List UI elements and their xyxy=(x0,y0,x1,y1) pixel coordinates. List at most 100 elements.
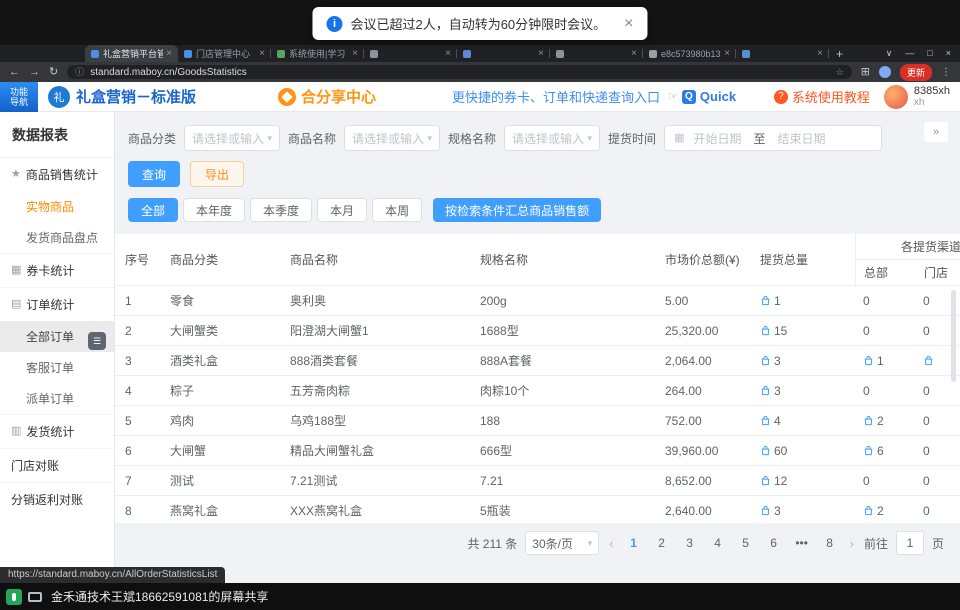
tab-close-icon[interactable]: × xyxy=(166,49,172,59)
page-number-button[interactable]: 5 xyxy=(736,532,756,554)
table-row: 5 鸡肉 乌鸡188型 188 752.00 4 2 xyxy=(115,406,960,436)
page-number-button[interactable]: ••• xyxy=(792,532,812,554)
bookmark-star-icon[interactable]: ☆ xyxy=(836,67,844,78)
browser-tab[interactable]: × xyxy=(736,45,829,62)
tab-close-icon[interactable]: × xyxy=(445,49,451,59)
pickup-icon[interactable] xyxy=(760,445,771,456)
browser-tab[interactable]: 系统使用|学习 × xyxy=(271,45,364,62)
collapse-panel-button[interactable]: » xyxy=(924,122,948,142)
browser-tab[interactable]: e8c573980b1328a258fd2e6i × xyxy=(643,45,736,62)
pickup-icon[interactable] xyxy=(760,475,771,486)
tab-close-icon[interactable]: × xyxy=(817,49,823,59)
page-number-button[interactable]: 3 xyxy=(680,532,700,554)
sidebar-item-shipment-check[interactable]: 发货商品盘点 xyxy=(0,222,114,253)
browser-tab[interactable]: × xyxy=(550,45,643,62)
forward-icon[interactable]: → xyxy=(29,67,40,78)
site-info-icon[interactable]: ⓘ xyxy=(75,68,84,77)
spec-select[interactable]: 请选择或输入 ▾ xyxy=(504,125,600,151)
range-tab[interactable]: 本季度 xyxy=(250,198,312,222)
page-number-button[interactable]: 4 xyxy=(708,532,728,554)
browser-menu-icon[interactable]: ⋮ xyxy=(941,67,951,78)
refresh-icon[interactable]: ↻ xyxy=(49,67,58,78)
export-button[interactable]: 导出 xyxy=(190,161,244,187)
browser-tab[interactable]: × xyxy=(364,45,457,62)
store-count: 0 xyxy=(923,384,930,398)
sidebar-item-store-reconcile[interactable]: 门店对账 xyxy=(0,448,114,482)
prev-page-icon[interactable]: ‹ xyxy=(607,536,615,551)
tab-close-icon[interactable]: × xyxy=(538,49,544,59)
goto-page-input[interactable] xyxy=(896,531,924,555)
range-tab[interactable]: 本月 xyxy=(317,198,367,222)
pickup-icon[interactable] xyxy=(760,325,771,336)
new-tab-button[interactable]: + xyxy=(836,48,843,60)
range-tab[interactable]: 本年度 xyxy=(183,198,245,222)
hq-count: 2 xyxy=(877,504,884,518)
extensions-icon[interactable]: ⊞ xyxy=(861,67,870,78)
table-row: 1 零食 奥利奥 200g 5.00 1 0 xyxy=(115,286,960,316)
tab-close-icon[interactable]: × xyxy=(259,49,265,59)
tab-close-icon[interactable]: × xyxy=(352,49,358,59)
browser-tab[interactable]: 门店管理中心 × xyxy=(178,45,271,62)
sidebar-item-shipping-stats[interactable]: ▥ 发货统计 xyxy=(0,414,114,448)
pickup-date-range[interactable]: ▦ 开始日期 至 结束日期 xyxy=(664,125,882,151)
page-number-button[interactable]: 8 xyxy=(820,532,840,554)
search-button[interactable]: 查询 xyxy=(128,161,180,187)
maximize-icon[interactable]: □ xyxy=(927,48,932,59)
cell-store: 0 xyxy=(915,406,960,435)
pickup-icon[interactable] xyxy=(760,295,771,306)
sidebar-item-goods-stats[interactable]: ★ 商品销售统计 xyxy=(0,158,114,191)
tab-close-icon[interactable]: × xyxy=(724,49,730,59)
page-size-select[interactable]: 30条/页 ▾ xyxy=(525,531,599,555)
pickup-icon[interactable] xyxy=(760,355,771,366)
pickup-icon[interactable] xyxy=(760,505,771,516)
summary-button[interactable]: 按检索条件汇总商品销售额 xyxy=(433,198,601,222)
sidebar-item-service-orders[interactable]: 客服订单 xyxy=(0,352,114,383)
back-icon[interactable]: ← xyxy=(9,67,20,78)
screen-share-bar: 金禾通技术王斌18662591081的屏幕共享 xyxy=(0,583,960,610)
sidebar-drag-handle[interactable]: ☰ xyxy=(88,332,106,350)
pickup-icon[interactable] xyxy=(863,445,874,456)
page-number-button[interactable]: 2 xyxy=(652,532,672,554)
column-header-spec: 规格名称 xyxy=(480,234,665,285)
minimize-icon[interactable]: — xyxy=(905,48,914,59)
quick-link[interactable]: ☞ Q Quick xyxy=(668,89,736,104)
mic-icon[interactable] xyxy=(6,589,22,605)
share-center-link[interactable]: 合分享中心 xyxy=(278,86,376,107)
category-select[interactable]: 请选择或输入 ▾ xyxy=(184,125,280,151)
tab-search-icon[interactable]: ∨ xyxy=(886,48,893,59)
browser-update-button[interactable]: 更新 xyxy=(900,64,932,81)
sidebar-item-dispatch-orders[interactable]: 派单订单 xyxy=(0,383,114,414)
page-number-button[interactable]: 6 xyxy=(764,532,784,554)
pickup-icon[interactable] xyxy=(863,415,874,426)
browser-tab[interactable]: 礼盒营销平台管理中心 × xyxy=(85,45,178,62)
window-close-icon[interactable]: × xyxy=(946,48,951,59)
sidebar-item-order-stats[interactable]: ▤ 订单统计 xyxy=(0,287,114,321)
range-tab[interactable]: 本周 xyxy=(372,198,422,222)
function-nav-button[interactable]: 功能导航 xyxy=(0,82,38,112)
table-scrollbar[interactable] xyxy=(951,290,956,382)
tab-close-icon[interactable]: × xyxy=(631,49,637,59)
sidebar-item-card-stats[interactable]: ▦ 券卡统计 xyxy=(0,253,114,287)
pickup-icon[interactable] xyxy=(863,505,874,516)
profile-avatar-icon[interactable] xyxy=(879,66,891,78)
next-page-icon[interactable]: › xyxy=(848,536,856,551)
browser-tab[interactable]: × xyxy=(457,45,550,62)
cell-pickup-total: 3 xyxy=(760,376,855,405)
range-tab[interactable]: 全部 xyxy=(128,198,178,222)
sidebar-item-physical-goods[interactable]: 实物商品 xyxy=(0,191,114,222)
tutorial-link[interactable]: ? 系统使用教程 xyxy=(774,87,870,106)
url-bar[interactable]: ⓘ standard.maboy.cn/GoodsStatistics ☆ xyxy=(67,65,852,79)
pickup-icon[interactable] xyxy=(760,385,771,396)
cell-name: 阳澄湖大闸蟹1 xyxy=(290,316,480,345)
name-select[interactable]: 请选择或输入 ▾ xyxy=(344,125,440,151)
pickup-icon[interactable] xyxy=(923,355,934,366)
page-number-button[interactable]: 1 xyxy=(624,532,644,554)
screen-share-icon xyxy=(28,592,42,602)
screen: i 会议已超过2人，自动转为60分钟限时会议。 × 礼盒营销平台管理中心 × 门… xyxy=(0,0,960,610)
pickup-icon[interactable] xyxy=(863,355,874,366)
pickup-icon[interactable] xyxy=(760,415,771,426)
sidebar-item-rebate-reconcile[interactable]: 分销返利对账 xyxy=(0,482,114,516)
toast-close-icon[interactable]: × xyxy=(624,16,633,32)
sidebar-item-label: 分销返利对账 xyxy=(11,491,83,508)
user-menu[interactable]: 8385xh xh xyxy=(884,85,950,109)
